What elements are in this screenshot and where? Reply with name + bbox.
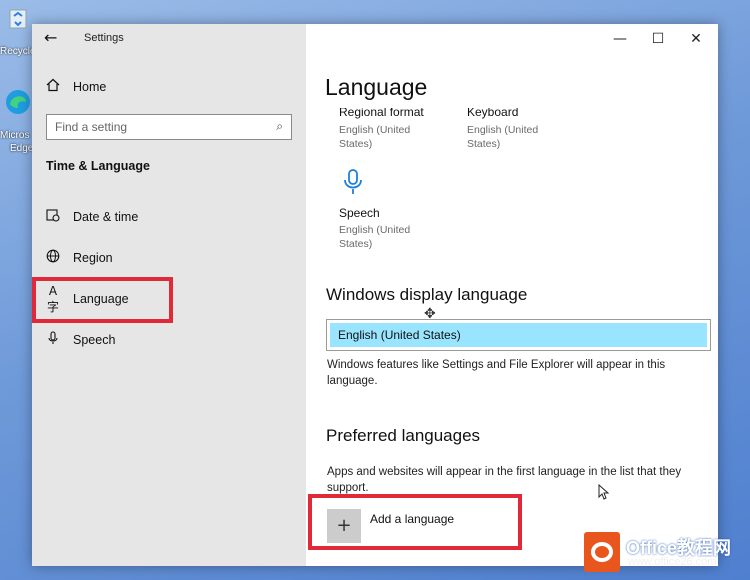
- edge-label-2: Edge: [10, 143, 34, 154]
- section-heading: Time & Language: [46, 159, 150, 173]
- sidebar-item-speech[interactable]: Speech: [32, 321, 306, 359]
- sidebar-item-date-time[interactable]: Date & time: [32, 198, 306, 236]
- search-icon[interactable]: ⌕: [276, 119, 283, 134]
- mouse-pointer-icon: [598, 483, 610, 504]
- tiles-area: Regional format English (United States) …: [306, 108, 718, 258]
- sidebar-item-label: Speech: [73, 333, 116, 347]
- home-icon: [45, 78, 61, 96]
- tile-speech-title[interactable]: Speech: [339, 206, 380, 220]
- display-language-heading: Windows display language: [326, 285, 528, 304]
- sidebar-item-language[interactable]: A字 Language: [32, 280, 306, 318]
- minimize-button[interactable]: —: [602, 28, 638, 50]
- display-language-selected: English (United States): [330, 323, 707, 347]
- office-logo-icon: [584, 532, 620, 572]
- globe-icon: [45, 249, 61, 267]
- tile-regional-format-sub: English (United States): [339, 124, 411, 150]
- maximize-button[interactable]: ☐: [640, 28, 676, 50]
- calendar-clock-icon: [45, 208, 61, 226]
- speech-microphone-icon: [344, 169, 362, 194]
- tile-speech-sub: English (United States): [339, 224, 411, 250]
- recycle-icon: [9, 9, 27, 29]
- sidebar-item-region[interactable]: Region: [32, 239, 306, 277]
- tile-regional-format-title[interactable]: Regional format: [339, 108, 424, 119]
- tile-keyboard-title[interactable]: Keyboard: [467, 108, 518, 119]
- search-box[interactable]: ⌕: [46, 114, 292, 140]
- language-icon: A字: [46, 283, 59, 314]
- add-language-label: Add a language: [370, 512, 455, 526]
- sidebar-item-label: Region: [73, 251, 113, 265]
- display-language-description: Windows features like Settings and File …: [327, 359, 666, 387]
- preferred-languages-heading: Preferred languages: [326, 426, 481, 445]
- sidebar: ← Settings Home ⌕ Time & Language Date &…: [32, 24, 306, 566]
- add-language-button[interactable]: + Add a language: [327, 509, 527, 547]
- tile-keyboard-sub: English (United States): [467, 124, 539, 150]
- settings-window: ← Settings Home ⌕ Time & Language Date &…: [32, 24, 718, 566]
- display-language-select[interactable]: English (United States): [326, 319, 711, 351]
- sidebar-item-label: Home: [73, 80, 107, 94]
- edge-label-1: Micros: [0, 130, 30, 141]
- plus-icon: +: [327, 509, 361, 543]
- title-bar: ← Settings: [32, 24, 306, 54]
- recycle-bin-icon[interactable]: [0, 4, 34, 36]
- watermark-url: www.office26.com: [628, 556, 717, 568]
- preferred-languages-description: Apps and websites will appear in the fir…: [327, 466, 682, 494]
- app-title: Settings: [84, 32, 124, 44]
- sidebar-item-label: Language: [73, 292, 129, 306]
- sidebar-item-label: Date & time: [73, 210, 139, 224]
- sidebar-item-home[interactable]: Home: [32, 68, 306, 106]
- page-title: Language: [325, 74, 428, 100]
- watermark: Office教程网 www.office26.com: [584, 530, 750, 574]
- back-arrow-icon[interactable]: ←: [44, 28, 64, 48]
- edge-browser-icon[interactable]: [0, 88, 34, 120]
- close-button[interactable]: ✕: [678, 28, 714, 50]
- recycle-bin-label: Recycle: [0, 46, 36, 57]
- search-input[interactable]: [47, 115, 257, 139]
- main-pane: — ☐ ✕ Language Regional format English (…: [306, 24, 718, 566]
- edge-icon: [6, 90, 30, 114]
- microphone-icon: [45, 331, 61, 349]
